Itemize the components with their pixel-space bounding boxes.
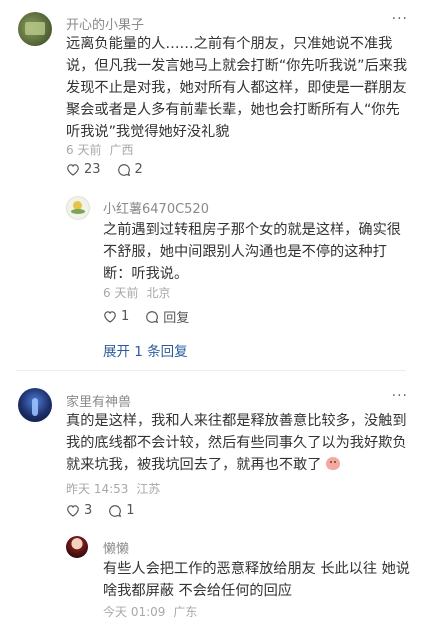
comment-actions: 3 1	[66, 503, 151, 518]
comment-meta: 昨天 14:53 江苏	[66, 480, 168, 497]
avatar[interactable]	[66, 536, 88, 558]
comment-text: 远离负能量的人……之前有个朋友，只准她说不准我说，但凡我一发言她马上就会打断“你…	[66, 36, 408, 140]
heart-icon	[67, 505, 79, 517]
reply-text: 有些人会把工作的恶意释放给朋友 长此以往 她说啥我都屏蔽 不会给任何的回应	[103, 561, 410, 599]
comment-location: 广西	[109, 143, 134, 157]
reply-meta: 今天 01:09 广东	[103, 603, 205, 620]
reply-author-name[interactable]: 小红薯6470C520	[103, 198, 209, 217]
reply-time: 今天 01:09	[103, 605, 166, 619]
expand-replies-link[interactable]: 展开 1 条回复	[103, 340, 188, 360]
comment-icon	[109, 504, 122, 517]
comment-icon	[146, 310, 159, 323]
more-options-icon[interactable]: ···	[392, 11, 408, 27]
pig-emoji-icon	[325, 457, 340, 470]
more-options-icon[interactable]: ···	[392, 388, 408, 404]
comment-actions: 23 2	[66, 162, 159, 177]
reply-label: 回复	[163, 311, 190, 326]
comment-icon	[117, 163, 130, 176]
reply-count: 1	[126, 503, 135, 518]
like-count: 23	[84, 162, 101, 177]
divider	[16, 370, 406, 371]
reply-location: 北京	[146, 286, 171, 300]
heart-icon	[67, 164, 79, 176]
like-button[interactable]: 3	[66, 503, 92, 518]
comment-location: 江苏	[136, 482, 161, 496]
comment-time: 昨天 14:53	[66, 482, 129, 496]
comment-text: 真的是这样，我和人来往都是释放善意比较多，没触到我的底线都不会计较，然后有些同事…	[66, 410, 410, 476]
reply-button[interactable]: 回复	[145, 307, 189, 326]
comment-time: 6 天前	[66, 143, 102, 157]
author-name[interactable]: 开心的小果子	[66, 14, 144, 33]
comment-button[interactable]: 2	[117, 162, 143, 177]
reply-count: 2	[134, 162, 143, 177]
reply-location: 广东	[173, 605, 198, 619]
avatar[interactable]	[18, 388, 52, 422]
avatar[interactable]	[66, 196, 90, 220]
reply-time: 6 天前	[103, 286, 139, 300]
heart-icon	[104, 311, 116, 323]
reply-author-name[interactable]: 懒懒	[103, 538, 129, 557]
author-name[interactable]: 家里有神兽	[66, 391, 131, 410]
comment-meta: 6 天前 广西	[66, 141, 141, 158]
like-button[interactable]: 1	[103, 309, 129, 324]
like-count: 3	[84, 503, 93, 518]
like-count: 1	[121, 309, 130, 324]
reply-text: 之前遇到过转租房子那个女的就是这样，确实很不舒服，她中间跟别人沟通也是不停的这种…	[103, 222, 401, 282]
comment-text-body: 真的是这样，我和人来往都是释放善意比较多，没触到我的底线都不会计较，然后有些同事…	[66, 413, 407, 473]
comment-button[interactable]: 1	[108, 503, 135, 518]
reply-actions: 1 回复	[103, 307, 205, 326]
reply-meta: 6 天前 北京	[103, 284, 178, 301]
avatar[interactable]	[18, 12, 52, 46]
like-button[interactable]: 23	[66, 162, 101, 177]
